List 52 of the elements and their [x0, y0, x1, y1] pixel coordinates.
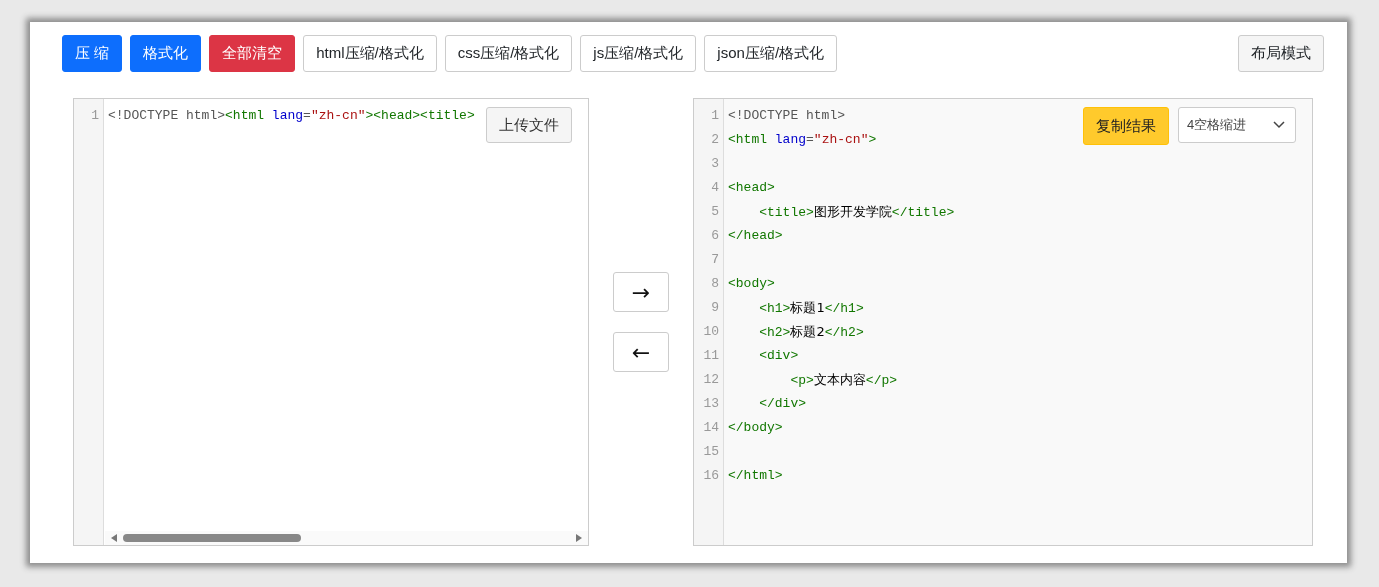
line-number: 3 [710, 155, 720, 173]
scroll-right-icon[interactable] [576, 534, 582, 542]
code-line: <h2>标题2</h2> [758, 323, 864, 342]
line-number: 12 [702, 371, 720, 389]
toolbar-button[interactable]: js压缩/格式化 [580, 35, 697, 72]
code-line: </html> [728, 467, 783, 485]
line-number: 6 [710, 227, 720, 245]
line-number: 13 [702, 395, 720, 413]
toolbar-button[interactable]: json压缩/格式化 [704, 35, 838, 72]
code-line: <!DOCTYPE html><html lang="zh-cn"><head><title> [108, 107, 475, 125]
chevron-down-icon [1273, 121, 1285, 129]
line-number: 11 [702, 347, 720, 365]
code-line: <p>文本内容</p> [789, 371, 898, 390]
output-editor[interactable]: 1 2 3 4 5 6 7 8 9 10 11 12 13 14 15 16 <!DOCTYPE html> <html lang="zh-cn"> <head> <title>图形开发学院</title> </head> <body> <h1>标题1</h1> <h2>标题2</h2> <div> <p>文本内容</p> </div> </body> </html> 复制结果 4空格缩进 [693, 98, 1313, 546]
select-value: 4空格缩进 [1187, 116, 1247, 134]
line-number: 16 [702, 467, 720, 485]
line-number: 14 [702, 419, 720, 437]
code-line: <div> [758, 347, 799, 365]
code-line: <head> [728, 179, 775, 197]
toolbar-button[interactable]: html压缩/格式化 [303, 35, 437, 72]
indent-select[interactable]: 4空格缩进 [1178, 107, 1296, 143]
line-number: 8 [710, 275, 720, 293]
toolbar-button[interactable]: 压 缩 [62, 35, 123, 72]
line-number: 7 [710, 251, 720, 269]
upload-button[interactable]: 上传文件 [486, 107, 572, 143]
code-line: <!DOCTYPE html> [728, 107, 846, 125]
layout-mode-button[interactable]: 布局模式 [1238, 35, 1324, 72]
copy-result-button[interactable]: 复制结果 [1083, 107, 1169, 145]
toolbar-button[interactable]: css压缩/格式化 [444, 35, 573, 72]
horizontal-scrollbar[interactable] [105, 531, 588, 545]
line-number: 4 [710, 179, 720, 197]
line-number: 1 [710, 107, 720, 125]
code-line: </div> [758, 395, 806, 413]
arrow-button[interactable]: ← [613, 332, 669, 372]
code-line: <h1>标题1</h1> [758, 299, 864, 318]
code-line: <html lang="zh-cn"> [728, 131, 877, 149]
line-number: 1 [90, 107, 100, 125]
line-number: 15 [702, 443, 720, 461]
scroll-left-icon[interactable] [111, 534, 117, 542]
code-line: <body> [728, 275, 775, 293]
line-number: 5 [710, 203, 720, 221]
line-number: 10 [702, 323, 720, 341]
code-line: </body> [728, 419, 783, 437]
toolbar-button[interactable]: 格式化 [130, 35, 202, 72]
code-line: <title>图形开发学院</title> [758, 203, 955, 222]
line-number: 2 [710, 131, 720, 149]
code-line: </head> [728, 227, 783, 245]
toolbar-button[interactable]: 全部清空 [209, 35, 296, 72]
arrow-button[interactable]: → [613, 272, 669, 312]
line-number: 9 [710, 299, 720, 317]
input-editor[interactable]: 1 <!DOCTYPE html><html lang="zh-cn"><head><title> 上传文件 [73, 98, 589, 546]
scrollbar-thumb[interactable] [123, 534, 301, 542]
